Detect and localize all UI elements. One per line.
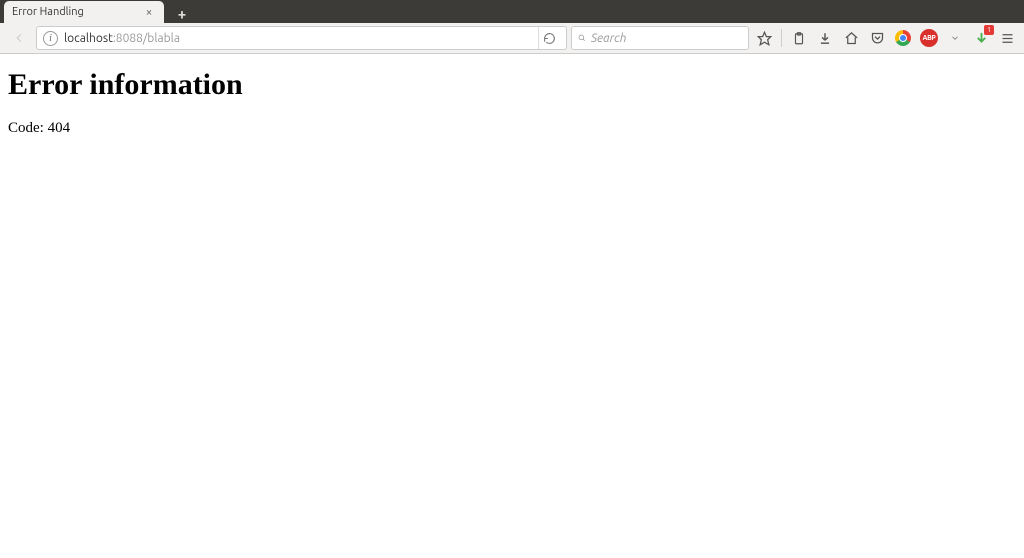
home-button[interactable] [840,27,862,49]
menu-button[interactable] [996,27,1018,49]
home-icon [844,31,859,46]
url-path: :8088/blabla [113,32,180,45]
back-button[interactable] [6,26,32,50]
downloads-button[interactable] [814,27,836,49]
abp-button[interactable]: ABP [918,27,940,49]
close-tab-icon[interactable]: × [142,5,156,19]
abp-dropdown[interactable] [944,27,966,49]
browser-tab[interactable]: Error Handling × [4,1,164,23]
arrow-left-icon [12,31,26,45]
library-button[interactable] [788,27,810,49]
url-text: localhost:8088/blabla [64,32,532,45]
page-content: Error information Code: 404 [0,54,1024,151]
download-status-button[interactable]: 1 [970,27,992,49]
clipboard-icon [792,31,806,46]
search-bar[interactable] [571,26,749,50]
toolbar-divider [781,29,782,47]
chrome-logo-icon [895,30,911,46]
abp-badge-icon: ABP [920,29,938,47]
tab-title: Error Handling [12,6,136,18]
browser-toolbar: i localhost:8088/blabla ABP 1 [0,23,1024,54]
download-count-badge: 1 [984,25,994,35]
reload-icon [543,32,556,45]
search-icon [578,32,586,44]
tab-strip: Error Handling × + [0,0,1024,23]
chevron-down-icon [950,33,960,43]
chrome-extension-icon[interactable] [892,27,914,49]
url-host: localhost [64,32,113,45]
page-heading: Error information [8,68,1016,102]
search-input[interactable] [591,32,742,45]
url-bar[interactable]: i localhost:8088/blabla [36,26,567,50]
star-icon [757,31,772,46]
hamburger-icon [1000,31,1015,46]
error-code-text: Code: 404 [8,120,1016,137]
info-icon[interactable]: i [43,31,58,46]
pocket-icon [870,31,885,46]
new-tab-button[interactable]: + [170,3,194,23]
reload-button[interactable] [538,27,560,49]
pocket-button[interactable] [866,27,888,49]
download-arrow-icon [818,31,832,46]
bookmark-star-button[interactable] [753,27,775,49]
